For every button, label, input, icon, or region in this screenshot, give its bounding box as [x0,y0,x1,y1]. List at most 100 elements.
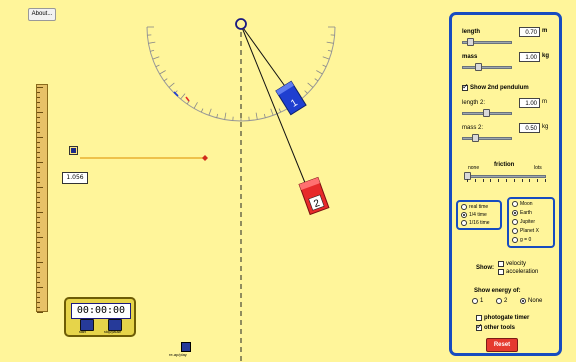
ruler-tick [37,102,40,103]
protractor-tick [155,64,160,68]
protractor-tick [168,82,175,88]
other-tools-checkbox[interactable] [476,322,483,331]
gravity-label: Planet X [520,228,539,234]
ruler-tick [37,242,40,243]
reset-button[interactable]: Reset [486,338,518,352]
ruler-tick [37,292,40,293]
ruler-tick [37,132,40,133]
protractor-tick [208,108,212,116]
gravity-label: Moon [520,201,533,207]
gravity-radio[interactable] [512,210,518,216]
photogate-timer-checkbox[interactable] [476,315,482,321]
protractor-tick [270,108,274,116]
energy-radio[interactable] [472,298,478,304]
length2-slider-thumb[interactable] [483,109,490,117]
friction-tick [467,179,468,182]
gravity-radio[interactable] [512,228,518,234]
ruler-tick [37,212,43,213]
ruler-tick [37,287,43,288]
protractor-tick [148,41,156,44]
length-unit: m [542,28,548,34]
energy-label: 2 [504,298,508,304]
mass-slider-thumb[interactable] [475,63,482,71]
pendulum-1-bob[interactable]: 1 [275,80,307,116]
pendulum-2-bob[interactable]: 2 [298,176,330,216]
pendulum-2-string [240,24,313,201]
energy-label: 1 [480,298,484,304]
length2-input[interactable]: 1.00 [519,98,540,108]
acceleration-checkbox[interactable] [498,269,504,275]
friction-slider-track[interactable] [466,175,546,178]
ruler-tick [37,257,40,258]
mass2-label: mass 2: [462,125,484,131]
mass-slider-track[interactable] [462,66,512,69]
ruler-tick [37,92,40,93]
protractor-tick [322,56,330,60]
friction-tick [506,179,507,182]
gravity-radio[interactable] [512,237,518,243]
velocity-checkbox[interactable] [498,261,504,267]
friction-tick [490,179,492,182]
ruler-tick [37,302,40,303]
energy-radio[interactable] [520,298,526,304]
gravity-radio[interactable] [512,201,518,207]
protractor-tick [163,78,168,82]
other-tools-label: other tools [484,325,515,331]
ruler-tick [37,207,40,208]
length2-unit: m [542,99,547,105]
gravity-label: Earth [520,210,532,216]
time-speed-radio[interactable] [461,220,467,226]
energy-radio[interactable] [496,298,502,304]
mass-input[interactable]: 1.00 [519,52,540,62]
gravity-radio[interactable] [512,219,518,225]
length-input[interactable]: 0.70 [519,27,540,37]
time-speed-group: real time 1/4 time 1/16 time [456,200,502,230]
ruler-tick [37,197,40,198]
stop-pause-label: stop/pause [104,330,122,334]
show-2nd-pendulum-checkbox[interactable] [462,82,469,91]
gravity-label: Jupiter [520,219,536,225]
ruler-tick [37,87,43,88]
protractor-tick [193,102,198,109]
friction-tick [513,179,515,182]
acceleration-label: acceleration [506,269,539,275]
stopwatch[interactable]: 00:00:00 start stop/pause [64,297,136,337]
length-slider-thumb[interactable] [467,38,474,46]
time-speed-radio[interactable] [461,212,467,218]
playback-button[interactable] [181,342,191,352]
friction-tick [521,179,523,182]
ruler-tick [37,217,40,218]
mass2-slider-track[interactable] [462,137,512,140]
gravity-group: Moon Earth Jupiter Planet X g = 0 [507,197,555,248]
protractor-tick [216,113,219,118]
ruler-tick [37,172,40,173]
friction-tick [545,179,546,182]
ruler-tick [37,122,40,123]
friction-title: friction [494,162,515,168]
mass2-slider-thumb[interactable] [472,134,479,142]
protractor-tick [304,90,308,94]
measuring-tape-end[interactable] [202,155,208,161]
protractor-tick [152,56,160,60]
ruler-tick [37,162,43,163]
ruler-tick [37,182,40,183]
protractor-tick [327,49,332,52]
ruler[interactable] [36,84,48,313]
protractor-tick [200,108,204,113]
measuring-tape-handle[interactable] [69,146,78,155]
mass2-input[interactable]: 0.50 [519,123,540,133]
time-speed-radio[interactable] [461,204,467,210]
friction-lots-label: lots [534,165,542,171]
ruler-tick [37,112,43,113]
mass2-unit: kg [542,124,549,130]
ruler-tick [37,147,40,148]
velocity-label: velocity [506,261,527,267]
friction-tick [482,179,484,182]
ruler-tick [37,202,40,203]
protractor-tick [255,112,258,120]
ruler-tick [37,157,40,158]
control-panel: length 0.70 m mass 1.00 kg Show 2nd pend… [449,12,562,356]
ruler-tick [37,167,40,168]
pivot-icon[interactable] [235,18,247,30]
ruler-tick [37,277,40,278]
